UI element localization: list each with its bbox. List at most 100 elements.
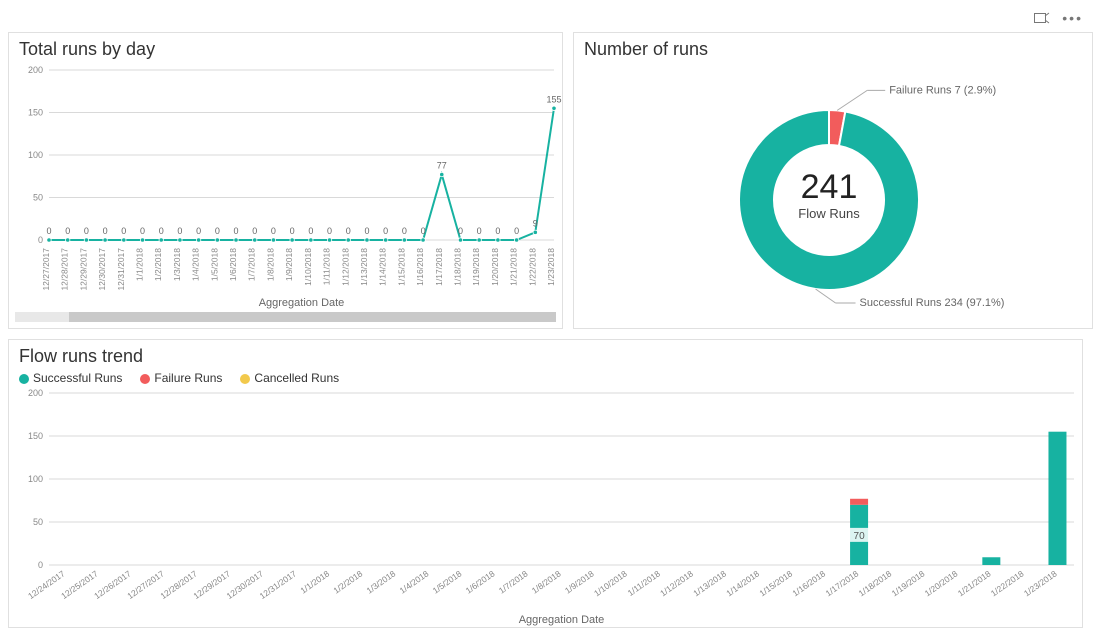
svg-text:1/10/2018: 1/10/2018: [303, 248, 313, 286]
svg-text:0: 0: [38, 560, 43, 570]
svg-text:1/8/2018: 1/8/2018: [265, 248, 275, 281]
svg-text:1/19/2018: 1/19/2018: [890, 568, 927, 598]
svg-text:0: 0: [38, 235, 43, 245]
svg-text:0: 0: [234, 226, 239, 236]
svg-text:1/17/2018: 1/17/2018: [824, 568, 861, 598]
svg-text:1/16/2018: 1/16/2018: [790, 568, 827, 598]
svg-text:1/2/2018: 1/2/2018: [153, 248, 163, 281]
svg-text:1/3/2018: 1/3/2018: [364, 568, 397, 595]
svg-text:0: 0: [215, 226, 220, 236]
svg-text:0: 0: [421, 226, 426, 236]
svg-text:0: 0: [103, 226, 108, 236]
stacked-bar-chart[interactable]: 0501001502007012/24/201712/25/201712/26/…: [9, 387, 1082, 627]
svg-text:1/20/2018: 1/20/2018: [923, 568, 960, 598]
svg-text:1/15/2018: 1/15/2018: [396, 248, 406, 286]
svg-text:1/5/2018: 1/5/2018: [431, 568, 464, 595]
svg-text:1/12/2018: 1/12/2018: [340, 248, 350, 286]
svg-text:0: 0: [252, 226, 257, 236]
svg-text:12/27/2017: 12/27/2017: [41, 248, 51, 291]
svg-text:1/7/2018: 1/7/2018: [247, 248, 257, 281]
svg-text:12/31/2017: 12/31/2017: [258, 568, 299, 601]
svg-text:1/10/2018: 1/10/2018: [592, 568, 629, 598]
svg-text:1/22/2018: 1/22/2018: [989, 568, 1026, 598]
svg-text:1/20/2018: 1/20/2018: [490, 248, 500, 286]
svg-text:77: 77: [437, 161, 447, 171]
svg-text:1/4/2018: 1/4/2018: [191, 248, 201, 281]
svg-text:1/11/2018: 1/11/2018: [626, 568, 662, 598]
svg-text:1/7/2018: 1/7/2018: [497, 568, 530, 595]
svg-text:1/5/2018: 1/5/2018: [209, 248, 219, 281]
svg-text:1/23/2018: 1/23/2018: [1022, 568, 1059, 598]
legend-item[interactable]: Failure Runs: [140, 371, 222, 385]
svg-text:0: 0: [477, 226, 482, 236]
svg-text:200: 200: [28, 65, 43, 75]
chart-title: Flow runs trend: [9, 340, 1082, 367]
svg-text:0: 0: [177, 226, 182, 236]
svg-text:Flow Runs: Flow Runs: [798, 206, 860, 221]
svg-text:Failure Runs 7 (2.9%): Failure Runs 7 (2.9%): [889, 84, 996, 96]
svg-text:1/22/2018: 1/22/2018: [527, 248, 537, 286]
svg-text:0: 0: [65, 226, 70, 236]
svg-text:0: 0: [159, 226, 164, 236]
svg-text:0: 0: [495, 226, 500, 236]
legend-item[interactable]: Successful Runs: [19, 371, 122, 385]
svg-text:1/18/2018: 1/18/2018: [452, 248, 462, 286]
card-flow-runs-trend: Flow runs trend Successful Runs Failure R…: [8, 339, 1083, 628]
svg-text:1/4/2018: 1/4/2018: [398, 568, 431, 595]
line-chart[interactable]: 0501001502000000000000000000000007700009…: [9, 60, 562, 310]
svg-text:Successful Runs 234 (97.1%): Successful Runs 234 (97.1%): [860, 297, 1005, 309]
svg-text:150: 150: [28, 431, 43, 441]
svg-text:1/15/2018: 1/15/2018: [757, 568, 794, 598]
chart-legend: Successful Runs Failure Runs Cancelled Run…: [9, 367, 1082, 387]
svg-text:1/16/2018: 1/16/2018: [415, 248, 425, 286]
svg-text:1/11/2018: 1/11/2018: [322, 248, 332, 285]
svg-text:12/30/2017: 12/30/2017: [97, 248, 107, 291]
svg-text:1/18/2018: 1/18/2018: [857, 568, 894, 598]
svg-text:0: 0: [290, 226, 295, 236]
report-toolbar: •••: [8, 8, 1093, 32]
svg-text:0: 0: [271, 226, 276, 236]
svg-text:Aggregation Date: Aggregation Date: [519, 614, 605, 626]
svg-text:50: 50: [33, 193, 43, 203]
svg-text:150: 150: [28, 108, 43, 118]
svg-text:12/28/2017: 12/28/2017: [60, 248, 70, 291]
share-icon[interactable]: [1034, 10, 1050, 26]
svg-text:0: 0: [308, 226, 313, 236]
more-options-icon[interactable]: •••: [1062, 10, 1083, 26]
svg-text:100: 100: [28, 150, 43, 160]
svg-text:Aggregation Date: Aggregation Date: [259, 297, 345, 309]
svg-text:9: 9: [533, 218, 538, 228]
chart-title: Number of runs: [574, 33, 1092, 60]
svg-text:1/3/2018: 1/3/2018: [172, 248, 182, 281]
svg-text:0: 0: [84, 226, 89, 236]
svg-text:1/13/2018: 1/13/2018: [359, 248, 369, 286]
svg-text:1/9/2018: 1/9/2018: [284, 248, 294, 281]
svg-text:1/17/2018: 1/17/2018: [434, 248, 444, 286]
svg-text:0: 0: [514, 226, 519, 236]
horizontal-scrollbar[interactable]: [15, 312, 556, 322]
svg-text:0: 0: [140, 226, 145, 236]
svg-text:0: 0: [458, 226, 463, 236]
legend-item[interactable]: Cancelled Runs: [240, 371, 339, 385]
svg-text:155: 155: [546, 94, 561, 104]
svg-text:0: 0: [46, 226, 51, 236]
svg-text:0: 0: [383, 226, 388, 236]
svg-text:1/19/2018: 1/19/2018: [471, 248, 481, 286]
svg-text:100: 100: [28, 474, 43, 484]
svg-text:0: 0: [121, 226, 126, 236]
svg-text:50: 50: [33, 517, 43, 527]
svg-text:1/21/2018: 1/21/2018: [956, 568, 993, 598]
svg-text:0: 0: [346, 226, 351, 236]
svg-text:0: 0: [327, 226, 332, 236]
svg-text:1/13/2018: 1/13/2018: [691, 568, 728, 598]
svg-text:1/2/2018: 1/2/2018: [331, 568, 364, 595]
svg-text:12/31/2017: 12/31/2017: [116, 248, 126, 291]
svg-text:200: 200: [28, 388, 43, 398]
donut-chart[interactable]: 241Flow RunsFailure Runs 7 (2.9%)Success…: [574, 60, 1092, 320]
svg-text:1/21/2018: 1/21/2018: [509, 248, 519, 286]
card-number-of-runs: Number of runs 241Flow RunsFailure Runs …: [573, 32, 1093, 329]
svg-text:0: 0: [402, 226, 407, 236]
svg-text:1/6/2018: 1/6/2018: [464, 568, 497, 595]
card-total-runs-by-day: Total runs by day 0501001502000000000000…: [8, 32, 563, 329]
svg-text:1/1/2018: 1/1/2018: [298, 568, 331, 595]
